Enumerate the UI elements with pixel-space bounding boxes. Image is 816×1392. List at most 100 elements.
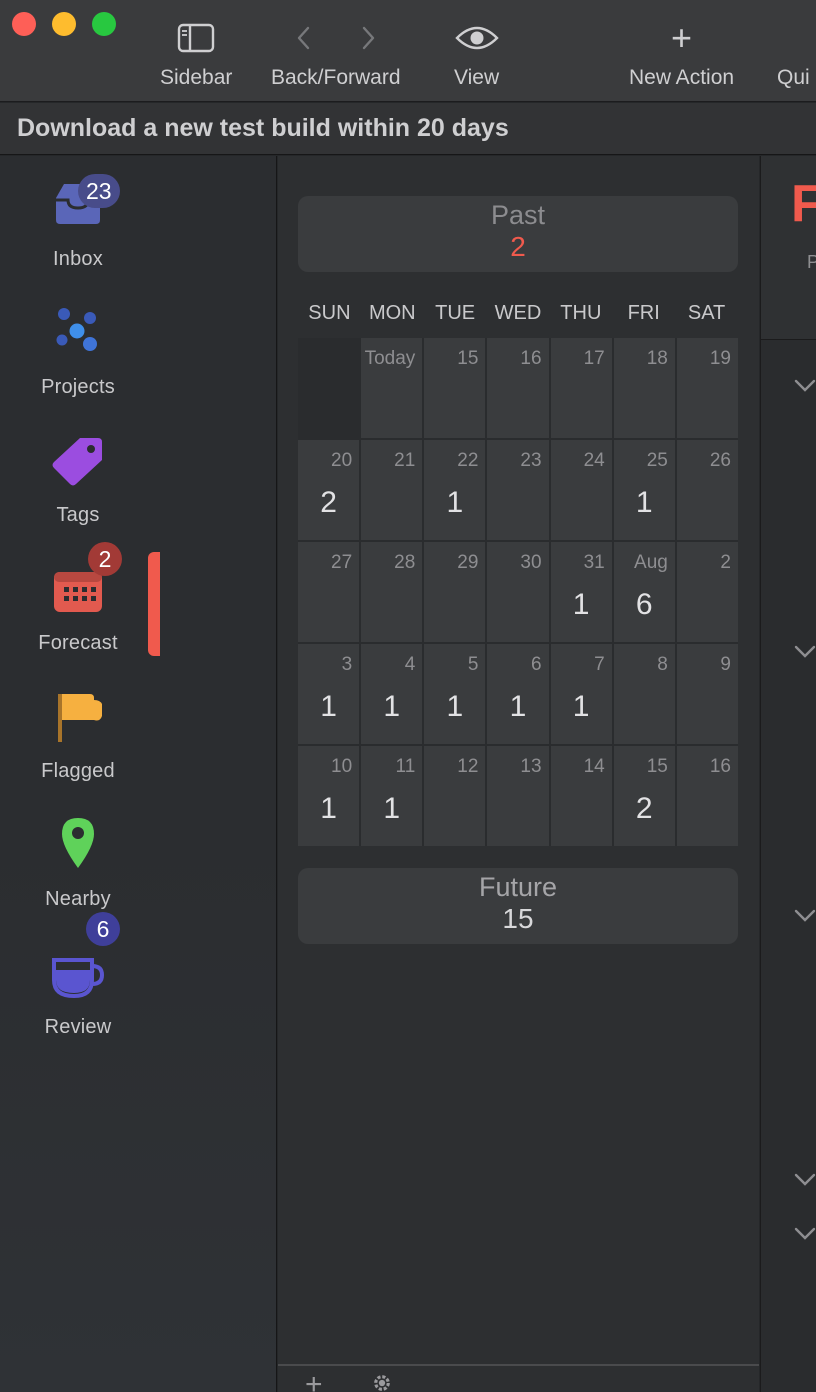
calendar-day-cell[interactable]: 18 <box>613 338 675 438</box>
calendar-day-cell[interactable]: 17 <box>550 338 612 438</box>
sidebar-item-projects[interactable]: Projects <box>0 284 156 398</box>
content-subtitle: P <box>807 252 816 272</box>
day-number: 19 <box>709 348 731 369</box>
calendar-day-cell[interactable]: 61 <box>487 644 549 744</box>
future-button[interactable]: Future 15 <box>298 868 738 944</box>
add-perspective-button[interactable]: + <box>305 1370 323 1392</box>
calendar-day-cell[interactable]: 31 <box>298 644 360 744</box>
chevron-down-icon[interactable] <box>793 1172 816 1188</box>
calendar-day-cell[interactable]: 2 <box>676 542 738 642</box>
past-button[interactable]: Past 2 <box>298 196 738 272</box>
day-number: 18 <box>646 348 668 369</box>
quick-entry-label: Qui <box>777 66 810 89</box>
quick-entry-button[interactable]: Qui <box>777 18 810 90</box>
day-number: 2 <box>720 552 731 573</box>
window-toolbar: Sidebar Back/Forward View + New Action Q… <box>0 0 816 102</box>
calendar-day-cell[interactable]: 25 1 <box>613 440 675 540</box>
day-number: 20 <box>331 450 353 471</box>
calendar-day-cell[interactable]: 27 <box>298 542 360 642</box>
zoom-window-button[interactable] <box>92 12 116 36</box>
inbox-count-badge: 23 <box>78 174 120 208</box>
calendar-day-cell[interactable]: 16 <box>676 746 738 846</box>
day-number: 16 <box>520 348 542 369</box>
sidebar-item-flagged[interactable]: Flagged <box>0 668 156 782</box>
chevron-down-icon[interactable] <box>793 1226 816 1242</box>
calendar-day-cell[interactable]: 28 <box>361 542 423 642</box>
day-number: 13 <box>520 756 542 777</box>
calendar-day-cell[interactable]: 12 <box>424 746 486 846</box>
day-number: 14 <box>583 756 605 777</box>
chevron-down-icon[interactable] <box>793 908 816 924</box>
calendar-day-cell[interactable]: 21 <box>361 440 423 540</box>
day-number: 12 <box>457 756 479 777</box>
day-number: 5 <box>467 654 479 675</box>
perspective-sidebar: 23 Inbox Projects Tags 2 Forecast Flagge… <box>0 156 277 1392</box>
sidebar-item-inbox[interactable]: 23 Inbox <box>0 156 156 270</box>
view-button[interactable]: View <box>454 18 499 90</box>
sidebar-toggle-button[interactable]: Sidebar <box>160 18 232 90</box>
back-forward-label: Back/Forward <box>271 66 401 89</box>
calendar-day-cell[interactable]: 19 <box>676 338 738 438</box>
calendar-day-cell[interactable]: 16 <box>487 338 549 438</box>
forecast-content-area: F P <box>760 156 816 1392</box>
calendar-day-cell[interactable]: Today <box>361 338 423 438</box>
sidebar-item-nearby[interactable]: Nearby <box>0 796 156 910</box>
day-number: Aug <box>634 552 668 573</box>
calendar-day-cell[interactable]: 11 1 <box>361 746 423 846</box>
calendar-day-cell[interactable]: 71 <box>550 644 612 744</box>
day-task-count: 1 <box>383 690 401 723</box>
calendar-day-cell[interactable]: 15 2 <box>613 746 675 846</box>
day-number: 4 <box>404 654 416 675</box>
calendar-day-cell[interactable]: 10 1 <box>298 746 360 846</box>
new-action-button[interactable]: + New Action <box>629 18 734 90</box>
day-number: 16 <box>709 756 731 777</box>
calendar-day-cell[interactable]: 24 <box>550 440 612 540</box>
weekday-label: TUE <box>435 302 476 324</box>
calendar-day-cell[interactable]: 51 <box>424 644 486 744</box>
day-number: 8 <box>657 654 668 675</box>
calendar-day-cell[interactable]: 29 <box>424 542 486 642</box>
chevron-down-icon[interactable] <box>793 644 816 660</box>
chevron-down-icon[interactable] <box>793 378 816 394</box>
calendar-day-cell[interactable]: 9 <box>676 644 738 744</box>
calendar-day-cell[interactable]: 23 <box>487 440 549 540</box>
calendar-day-cell[interactable]: 41 <box>361 644 423 744</box>
past-count: 2 <box>510 231 526 262</box>
chevron-right-icon[interactable] <box>358 23 378 53</box>
selected-indicator <box>148 552 160 656</box>
close-window-button[interactable] <box>12 12 36 36</box>
sidebar-item-label: Forecast <box>38 632 118 654</box>
calendar-day-cell[interactable]: 15 <box>424 338 486 438</box>
sidebar-item-tags[interactable]: Tags <box>0 412 156 526</box>
day-number: 22 <box>457 450 479 471</box>
sidebar-item-forecast[interactable]: 2 Forecast <box>0 540 156 654</box>
day-number: 26 <box>709 450 731 471</box>
chevron-left-icon[interactable] <box>294 23 314 53</box>
calendar-day-cell[interactable]: 22 1 <box>424 440 486 540</box>
calendar-day-cell[interactable]: 13 <box>487 746 549 846</box>
minimize-window-button[interactable] <box>52 12 76 36</box>
future-count: 15 <box>502 903 534 934</box>
calendar-day-cell <box>298 338 360 438</box>
calendar-day-cell[interactable]: 20 2 <box>298 440 360 540</box>
calendar-day-cell[interactable]: 30 <box>487 542 549 642</box>
day-number: 3 <box>341 654 353 675</box>
review-count-badge: 6 <box>86 912 120 946</box>
calendar-day-cell[interactable]: 26 <box>676 440 738 540</box>
day-number: 31 <box>583 552 605 573</box>
weekday-label: THU <box>560 302 602 324</box>
forecast-count-badge: 2 <box>88 542 122 576</box>
sidebar-item-label: Review <box>44 1016 112 1038</box>
day-number: Today <box>364 348 416 369</box>
calendar-day-cell[interactable]: 14 <box>550 746 612 846</box>
view-label: View <box>454 66 500 89</box>
day-number: 21 <box>394 450 416 471</box>
day-number: 28 <box>394 552 416 573</box>
calendar-day-cell[interactable]: 8 <box>613 644 675 744</box>
calendar-day-cell[interactable]: Aug 6 <box>613 542 675 642</box>
tag-icon <box>52 438 102 486</box>
gear-icon[interactable] <box>368 1372 396 1392</box>
calendar-day-cell[interactable]: 31 1 <box>550 542 612 642</box>
sidebar-item-review[interactable]: 6 Review <box>0 912 156 1038</box>
weekday-label: MON <box>368 302 416 324</box>
